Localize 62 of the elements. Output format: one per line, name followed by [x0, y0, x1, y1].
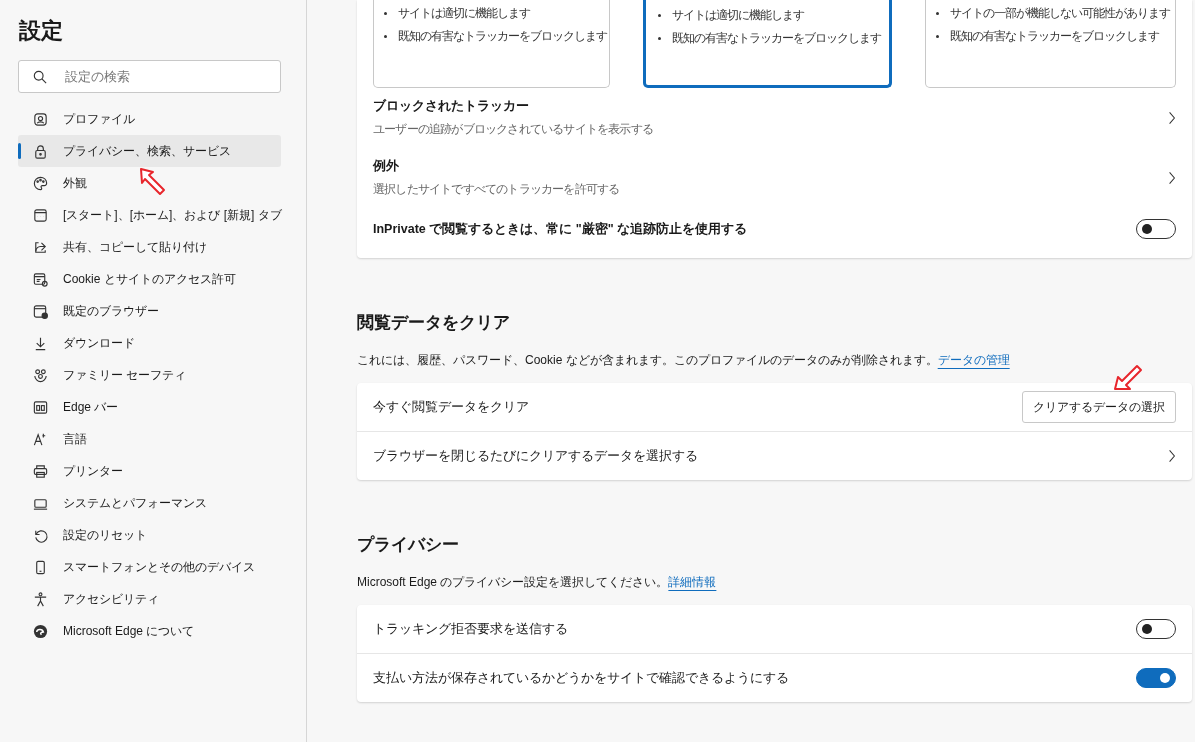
setting-title: 今すぐ閲覧データをクリア: [373, 398, 529, 416]
toggle-switch[interactable]: [1136, 619, 1176, 639]
search-field[interactable]: 設定の検索: [18, 60, 281, 93]
toggle-switch[interactable]: [1136, 219, 1176, 239]
menu-item-icon: [32, 590, 49, 608]
menu-item-icon: [32, 302, 49, 320]
help-link[interactable]: データの管理: [937, 353, 1010, 367]
bullet-text: サイトは適切に機能します: [656, 8, 881, 23]
setting-title: 例外: [373, 158, 400, 175]
chevron-right-icon[interactable]: [1168, 171, 1176, 185]
bullet-text: サイトは適切に機能します: [382, 6, 607, 21]
menu-item-icon: [32, 174, 49, 192]
sidebar-item[interactable]: [スタート]、[ホーム]、および [新規] タブ: [18, 199, 281, 231]
menu-item-icon: [32, 398, 49, 416]
sidebar-item[interactable]: ファミリー セーフティ: [18, 359, 281, 391]
setting-title: ブラウザーを閉じるたびにクリアするデータを選択する: [373, 447, 698, 465]
chevron-right-icon[interactable]: [1168, 111, 1176, 125]
sidebar-item[interactable]: スマートフォンとその他のデバイス: [18, 551, 281, 583]
sidebar-item[interactable]: Cookie とサイトのアクセス許可: [18, 263, 281, 295]
tracking-option-card[interactable]: サイトは適切に機能します 既知の有害なトラッカーをブロックします: [373, 0, 610, 88]
setting-title: ブロックされたトラッカー: [373, 98, 530, 115]
toggle-switch[interactable]: [1136, 668, 1176, 688]
sidebar-item[interactable]: 言語: [18, 423, 281, 455]
sidebar-item[interactable]: 外観: [18, 167, 281, 199]
setting-description: ユーザーの追跡がブロックされているサイトを表示する: [373, 121, 653, 138]
tracking-option-card[interactable]: サイトの一部が機能しない可能性があります 既知の有害なトラッカーをブロックします: [925, 0, 1176, 88]
bullet-text: 既知の有害なトラッカーをブロックします: [934, 29, 1173, 44]
sidebar-item[interactable]: プリンター: [18, 455, 281, 487]
sidebar-item[interactable]: システムとパフォーマンス: [18, 487, 281, 519]
sidebar-item[interactable]: 共有、コピーして貼り付け: [18, 231, 281, 263]
choose-data-button[interactable]: クリアするデータの選択: [1022, 391, 1176, 423]
sidebar-item[interactable]: プロファイル: [18, 103, 281, 135]
tracking-option-card[interactable]: サイトは適切に機能します 既知の有害なトラッカーをブロックします: [643, 0, 892, 88]
section-description: Microsoft Edge のプライバシー設定を選択してください。詳細情報: [357, 574, 718, 591]
search-icon: [33, 70, 47, 84]
setting-description: 選択したサイトですべてのトラッカーを許可する: [373, 181, 620, 198]
sidebar-item[interactable]: ダウンロード: [18, 327, 281, 359]
settings-title: 設定: [19, 17, 64, 45]
sidebar-item[interactable]: Microsoft Edge について: [18, 615, 281, 647]
menu-item-icon: [32, 462, 49, 480]
help-link[interactable]: 詳細情報: [668, 575, 717, 589]
menu-item-icon: [32, 622, 49, 640]
section-heading: 閲覧データをクリア: [357, 312, 511, 334]
menu-item-icon: [32, 206, 49, 224]
setting-title: InPrivate で閲覧するときは、常に "厳密" な追跡防止を使用する: [373, 220, 748, 238]
menu-item-icon: [32, 270, 49, 288]
section-description: これには、履歴、パスワード、Cookie などが含まれます。このプロファイルのデータのみが削除されます。データの管理: [357, 352, 1011, 369]
setting-title: 支払い方法が保存されているかどうかをサイトで確認できるようにする: [373, 669, 789, 687]
bullet-text: 既知の有害なトラッカーをブロックします: [382, 29, 607, 44]
menu-item-icon: [32, 366, 49, 384]
sidebar-item[interactable]: Edge バー: [18, 391, 281, 423]
menu-item-icon: [32, 142, 49, 160]
sidebar-item[interactable]: アクセシビリティ: [18, 583, 281, 615]
bullet-text: サイトの一部が機能しない可能性があります: [934, 6, 1173, 21]
sidebar-item[interactable]: プライバシー、検索、サービス: [18, 135, 281, 167]
section-heading: プライバシー: [357, 534, 460, 556]
sidebar-item[interactable]: 設定のリセット: [18, 519, 281, 551]
setting-title: トラッキング拒否要求を送信する: [373, 620, 568, 638]
chevron-right-icon[interactable]: [1168, 449, 1176, 463]
menu-item-icon: [32, 110, 49, 128]
sidebar-item[interactable]: 既定のブラウザー: [18, 295, 281, 327]
bullet-text: 既知の有害なトラッカーをブロックします: [656, 31, 881, 46]
